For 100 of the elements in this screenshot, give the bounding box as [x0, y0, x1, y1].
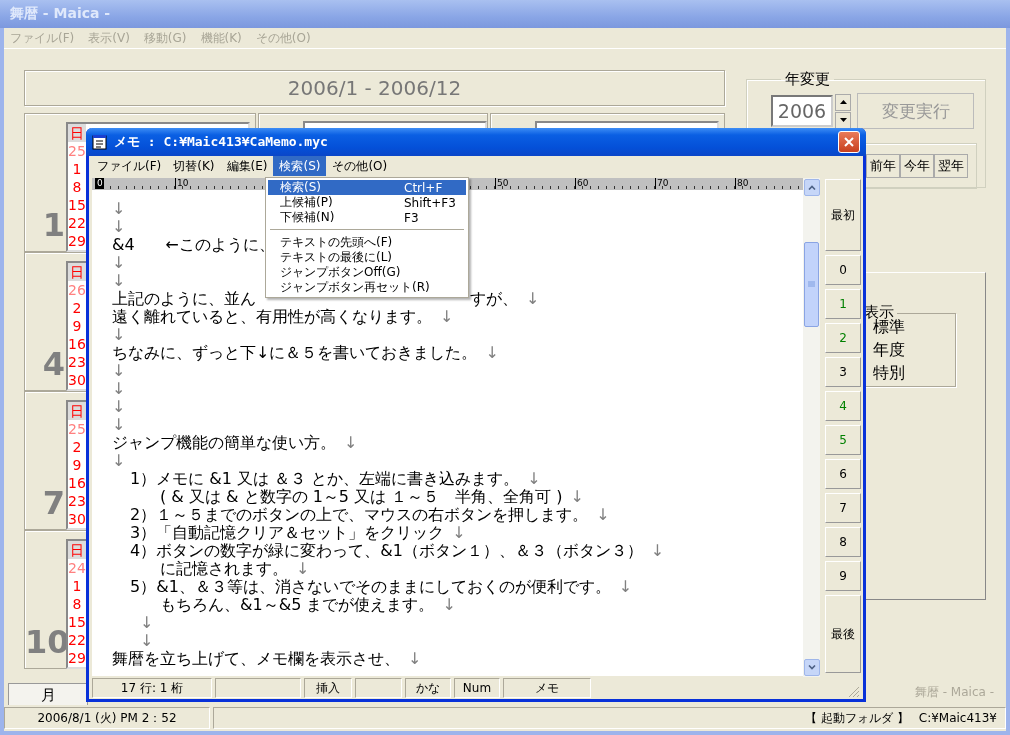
status-cell: 挿入 — [304, 678, 352, 698]
calendar-day[interactable]: 1 — [68, 577, 86, 595]
line-end-mark: ↓ — [112, 380, 126, 398]
menu-item[interactable]: ファイル(F) — [91, 156, 168, 176]
scroll-down-icon[interactable] — [803, 659, 820, 676]
jump-button[interactable]: 5 — [825, 425, 861, 455]
calendar-day[interactable]: 30 — [68, 510, 86, 528]
menu-item[interactable]: 検索(S) — [273, 156, 327, 176]
calendar-day[interactable]: 26 — [68, 281, 86, 299]
line-end-mark: ↓ — [112, 200, 126, 218]
jump-button[interactable]: 1 — [825, 289, 861, 319]
scroll-up-icon[interactable] — [803, 179, 820, 196]
calendar-day[interactable]: 15 — [68, 613, 86, 631]
year-range-title: 2006/1 - 2006/12 — [24, 70, 725, 106]
menu-item[interactable]: 編集(E) — [220, 156, 274, 176]
dropdown-item[interactable]: ジャンプボタン再セット(R) — [268, 280, 466, 295]
calendar-day[interactable]: 29 — [68, 649, 86, 667]
line-end-mark: ↓ — [140, 614, 154, 632]
jump-button[interactable]: 2 — [825, 323, 861, 353]
calendar-day[interactable]: 22 — [68, 631, 86, 649]
calendar-day[interactable]: 15 — [68, 196, 86, 214]
spin-down-button[interactable] — [835, 111, 851, 129]
menu-item[interactable]: その他(O) — [326, 156, 394, 176]
menu-item[interactable]: 表示(V) — [88, 29, 130, 47]
dropdown-item[interactable]: 検索(S) Ctrl+F — [268, 180, 466, 195]
memo-text-line: 舞暦を立ち上げて、メモ欄を表示させ、 — [112, 650, 400, 668]
window-title: 舞暦 - Maica - — [10, 5, 111, 23]
line-end-mark: ↓ — [485, 344, 499, 362]
calendar-day[interactable]: 24 — [68, 559, 86, 577]
dropdown-item[interactable]: 上候補(P) Shift+F3 — [268, 195, 466, 210]
group-title: 年変更 — [784, 70, 831, 89]
calendar-day[interactable]: 8 — [68, 595, 86, 613]
memo-text-line: 4）ボタンの数字が緑に変わって、&1（ボタン１）、＆３（ボタン３） — [130, 542, 643, 560]
spin-up-button[interactable] — [835, 93, 851, 111]
calendar-day[interactable]: 2 — [68, 299, 86, 317]
tab[interactable]: 月 — [8, 683, 88, 705]
year-button[interactable]: 翌年 — [934, 154, 968, 178]
jump-button[interactable]: 0 — [825, 255, 861, 285]
scroll-thumb[interactable] — [804, 242, 819, 327]
line-end-mark: ↓ — [140, 632, 154, 650]
calendar-day[interactable]: 25 — [68, 142, 86, 160]
memo-text-line: 5）&1、＆３等は、消さないでそのままにしておくのが便利です。 — [130, 578, 611, 596]
calendar-day[interactable]: 日 — [68, 263, 86, 281]
calendar-day[interactable]: 日 — [68, 124, 86, 142]
memo-text-line: 遠く離れていると、有用性が高くなります。 — [112, 308, 432, 326]
calendar-day[interactable]: 16 — [68, 335, 86, 353]
menu-item[interactable]: ファイル(F) — [10, 29, 75, 47]
calendar-day[interactable]: 日 — [68, 541, 86, 559]
year-field[interactable]: 2006 — [771, 95, 833, 127]
calendar-day[interactable]: 16 — [68, 474, 86, 492]
jump-button[interactable]: 4 — [825, 391, 861, 421]
status-folder-path: C:¥Maic413¥ — [918, 711, 997, 725]
display-option[interactable]: 特別 — [873, 361, 905, 384]
year-button[interactable]: 今年 — [900, 154, 934, 178]
menu-item[interactable]: その他(O) — [255, 29, 311, 47]
line-end-mark: ↓ — [596, 506, 610, 524]
jump-button[interactable]: 7 — [825, 493, 861, 523]
jump-button[interactable]: 8 — [825, 527, 861, 557]
jump-button[interactable]: 3 — [825, 357, 861, 387]
dropdown-item[interactable]: 下候補(N) F3 — [268, 210, 466, 225]
calendar-day[interactable]: 23 — [68, 353, 86, 371]
calendar-day[interactable]: 23 — [68, 492, 86, 510]
down-triangle-icon — [839, 118, 847, 122]
resize-grip-icon[interactable] — [848, 686, 860, 698]
year-button[interactable]: 前年 — [866, 154, 900, 178]
jump-first-button[interactable]: 最初 — [825, 179, 861, 251]
memo-text-line: ちなみに、ずっと下↓に＆５を書いておきました。 — [112, 344, 478, 362]
line-end-mark: ↓ — [112, 398, 126, 416]
calendar-day[interactable]: 22 — [68, 214, 86, 232]
jump-button[interactable]: 9 — [825, 561, 861, 591]
memo-text-line: 上記のように、並ん — [112, 290, 256, 308]
calendar-day[interactable]: 25 — [68, 420, 86, 438]
display-option[interactable]: 年度 — [873, 338, 905, 361]
line-end-mark: ↓ — [296, 560, 310, 578]
scrollbar[interactable] — [803, 178, 820, 677]
app-label: 舞暦 - Maica - — [914, 684, 994, 701]
menu-item[interactable]: 機能(K) — [200, 29, 242, 47]
dropdown-item[interactable]: ジャンプボタンOff(G) — [268, 265, 466, 280]
calendar-day[interactable]: 8 — [68, 178, 86, 196]
ruler-mark: 0 — [95, 178, 104, 189]
line-end-mark: ↓ — [344, 434, 358, 452]
menu-item[interactable]: 移動(G) — [143, 29, 187, 47]
status-cell — [355, 678, 402, 698]
ruler-mark: 80 — [735, 178, 750, 189]
calendar-day[interactable]: 9 — [68, 456, 86, 474]
line-end-mark: ↓ — [112, 218, 126, 236]
ruler-mark: 50 — [495, 178, 510, 189]
calendar-day[interactable]: 9 — [68, 317, 86, 335]
calendar-day[interactable]: 日 — [68, 402, 86, 420]
jump-last-button[interactable]: 最後 — [825, 595, 861, 673]
month-number: 7 — [41, 487, 65, 519]
jump-button[interactable]: 6 — [825, 459, 861, 489]
calendar-day[interactable]: 2 — [68, 438, 86, 456]
line-end-mark: ↓ — [570, 488, 584, 506]
calendar-day[interactable]: 29 — [68, 232, 86, 250]
calendar-day[interactable]: 30 — [68, 371, 86, 389]
menu-item[interactable]: 切替(K) — [167, 156, 221, 176]
close-icon — [843, 136, 855, 148]
calendar-day[interactable]: 1 — [68, 160, 86, 178]
close-button[interactable] — [838, 131, 860, 153]
